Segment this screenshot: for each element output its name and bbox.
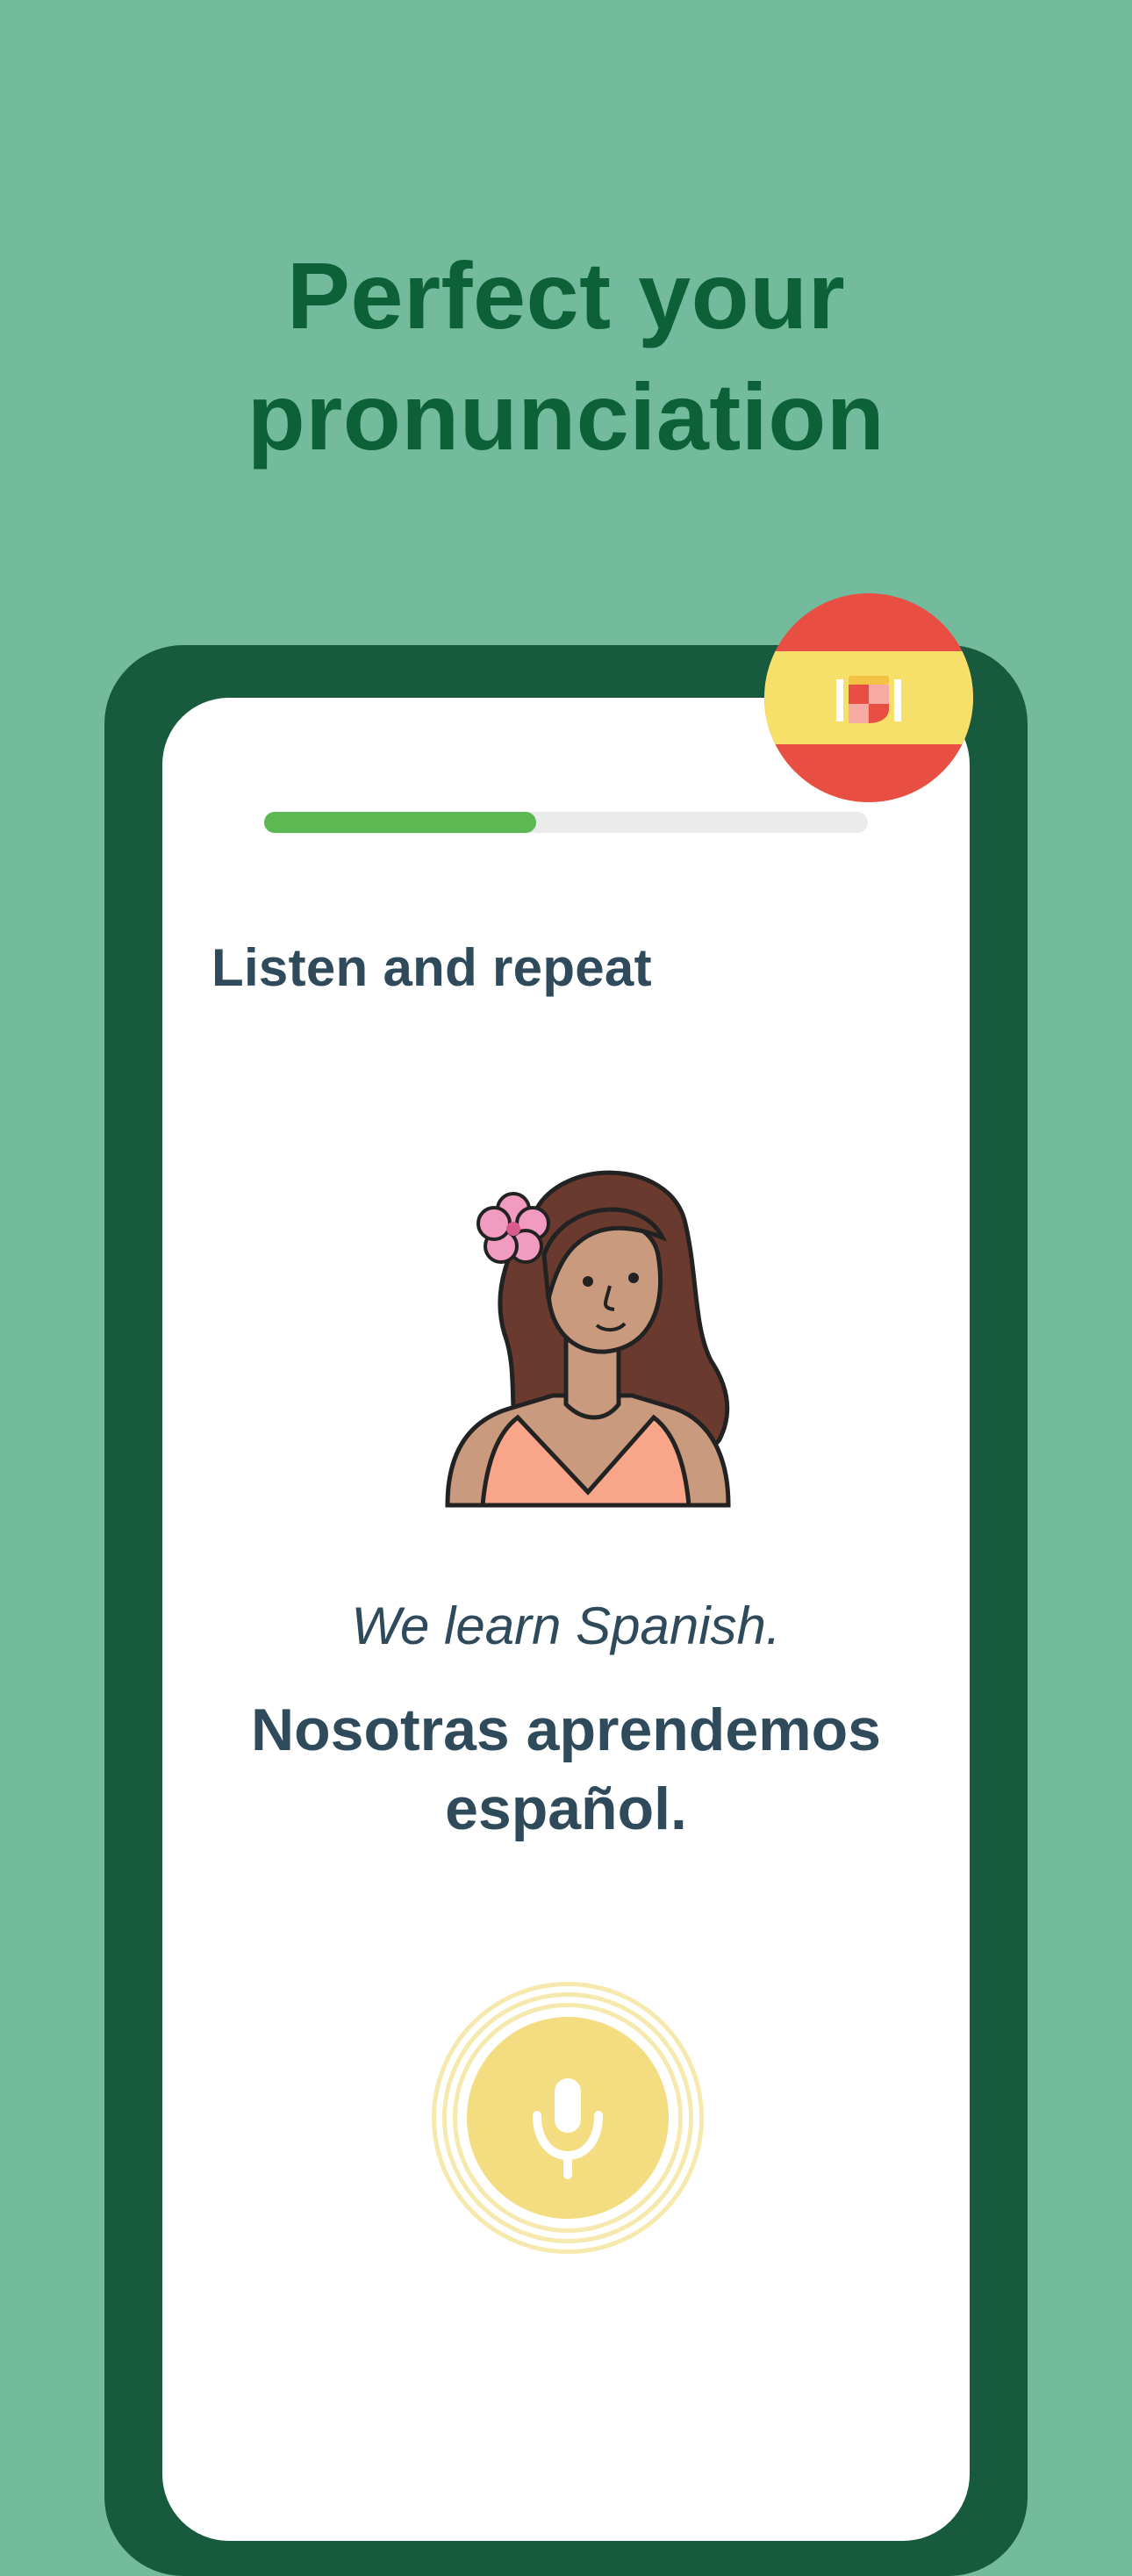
headline: Perfect your pronunciation: [0, 235, 1132, 477]
lesson-progress-bar: [264, 812, 868, 833]
target-phrase-line-1: Nosotras aprendemos: [251, 1697, 881, 1763]
exercise-instruction: Listen and repeat: [211, 938, 652, 997]
coat-of-arms-icon: [836, 676, 901, 723]
headline-line-1: Perfect your: [286, 242, 846, 348]
record-button[interactable]: [467, 2017, 669, 2219]
spain-flag-icon: [764, 593, 973, 802]
lesson-progress-fill: [264, 812, 536, 833]
microphone-control[interactable]: [432, 1982, 704, 2254]
woman-avatar-illustration: [430, 1159, 755, 1510]
microphone-icon: [533, 2078, 603, 2179]
headline-line-2: pronunciation: [247, 363, 885, 470]
target-phrase-line-2: español.: [445, 1776, 687, 1842]
target-phrase: Nosotras aprendemos español.: [211, 1690, 921, 1848]
translation-text: We learn Spanish.: [351, 1597, 781, 1655]
